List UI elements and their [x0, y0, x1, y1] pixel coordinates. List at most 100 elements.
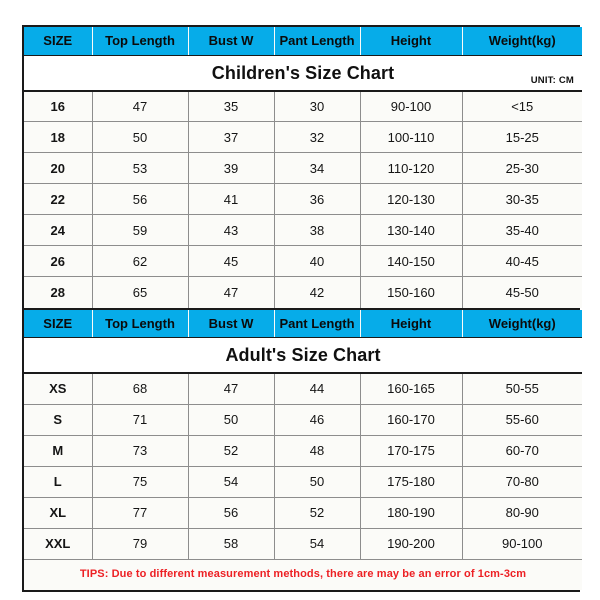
table-row: M 73 52 48 170-175 60-70	[24, 434, 582, 467]
cell-height: 130-140	[359, 214, 463, 246]
cell-pant-length: 32	[273, 121, 361, 153]
cell-size: L	[24, 465, 93, 498]
adult-table-body: XS 68 47 44 160-165 50-55 S 71 50 46 160…	[24, 373, 582, 590]
cell-height: 190-200	[359, 527, 463, 560]
cell-weight: <15	[461, 90, 582, 122]
cell-size: XL	[24, 496, 93, 529]
cell-bust-w: 41	[187, 183, 275, 215]
adult-title-row: Adult's Size Chart	[24, 337, 582, 374]
cell-pant-length: 40	[273, 245, 361, 277]
cell-size: 18	[24, 121, 93, 153]
column-header-height: Height	[359, 309, 463, 338]
cell-pant-length: 42	[273, 276, 361, 308]
cell-top-length: 59	[91, 214, 189, 246]
table-row: 22 56 41 36 120-130 30-35	[24, 183, 582, 215]
cell-bust-w: 37	[187, 121, 275, 153]
cell-pant-length: 48	[273, 434, 361, 467]
cell-weight: 90-100	[461, 527, 582, 560]
column-header-top-length: Top Length	[91, 27, 189, 56]
cell-top-length: 77	[91, 496, 189, 529]
tips-note: TIPS: Due to different measurement metho…	[79, 568, 527, 581]
children-table-body: 16 47 35 30 90-100 <15 18 50 37 32 100-1…	[24, 90, 582, 308]
cell-size: 16	[24, 90, 93, 122]
column-header-size: SIZE	[24, 309, 93, 338]
cell-top-length: 65	[91, 276, 189, 308]
adult-title-cell: Adult's Size Chart	[24, 337, 582, 374]
cell-height: 160-165	[359, 373, 463, 405]
cell-bust-w: 35	[187, 90, 275, 122]
adult-chart-title: Adult's Size Chart	[225, 345, 381, 365]
cell-weight: 50-55	[461, 373, 582, 405]
cell-pant-length: 46	[273, 403, 361, 436]
cell-height: 175-180	[359, 465, 463, 498]
cell-size: XS	[24, 373, 93, 405]
cell-weight: 40-45	[461, 245, 582, 277]
column-header-top-length: Top Length	[91, 309, 189, 338]
cell-height: 150-160	[359, 276, 463, 308]
cell-size: 20	[24, 152, 93, 184]
children-size-table: Children's Size Chart UNIT: CM SIZE Top …	[24, 27, 582, 308]
column-header-size: SIZE	[24, 27, 93, 56]
cell-top-length: 62	[91, 245, 189, 277]
cell-weight: 70-80	[461, 465, 582, 498]
cell-height: 110-120	[359, 152, 463, 184]
cell-top-length: 50	[91, 121, 189, 153]
column-header-height: Height	[359, 27, 463, 56]
cell-size: M	[24, 434, 93, 467]
size-chart-container: Children's Size Chart UNIT: CM SIZE Top …	[22, 25, 582, 592]
adult-header-row: SIZE Top Length Bust W Pant Length Heigh…	[24, 309, 582, 338]
cell-pant-length: 30	[273, 90, 361, 122]
cell-top-length: 73	[91, 434, 189, 467]
table-row: 24 59 43 38 130-140 35-40	[24, 214, 582, 246]
table-row: 16 47 35 30 90-100 <15	[24, 90, 582, 122]
cell-size: XXL	[24, 527, 93, 560]
cell-bust-w: 52	[187, 434, 275, 467]
cell-size: 26	[24, 245, 93, 277]
cell-pant-length: 44	[273, 373, 361, 405]
cell-weight: 30-35	[461, 183, 582, 215]
cell-weight: 45-50	[461, 276, 582, 308]
cell-size: 22	[24, 183, 93, 215]
children-title-cell: Children's Size Chart UNIT: CM	[24, 55, 582, 92]
cell-weight: 25-30	[461, 152, 582, 184]
cell-top-length: 79	[91, 527, 189, 560]
table-row: 18 50 37 32 100-110 15-25	[24, 121, 582, 153]
cell-height: 170-175	[359, 434, 463, 467]
cell-size: S	[24, 403, 93, 436]
cell-weight: 35-40	[461, 214, 582, 246]
cell-top-length: 56	[91, 183, 189, 215]
cell-height: 180-190	[359, 496, 463, 529]
cell-pant-length: 36	[273, 183, 361, 215]
table-row: 28 65 47 42 150-160 45-50	[24, 276, 582, 308]
table-row: XS 68 47 44 160-165 50-55	[24, 373, 582, 405]
column-header-weight: Weight(kg)	[461, 309, 582, 338]
column-header-pant-length: Pant Length	[273, 27, 361, 56]
cell-bust-w: 43	[187, 214, 275, 246]
cell-pant-length: 34	[273, 152, 361, 184]
cell-top-length: 68	[91, 373, 189, 405]
column-header-pant-length: Pant Length	[273, 309, 361, 338]
cell-bust-w: 47	[187, 276, 275, 308]
cell-height: 90-100	[359, 90, 463, 122]
cell-pant-length: 50	[273, 465, 361, 498]
cell-height: 160-170	[359, 403, 463, 436]
table-row: XL 77 56 52 180-190 80-90	[24, 496, 582, 529]
cell-pant-length: 38	[273, 214, 361, 246]
size-chart-page: Children's Size Chart UNIT: CM SIZE Top …	[0, 0, 600, 600]
cell-bust-w: 47	[187, 373, 275, 405]
cell-weight: 60-70	[461, 434, 582, 467]
table-row: XXL 79 58 54 190-200 90-100	[24, 527, 582, 560]
tips-row: TIPS: Due to different measurement metho…	[24, 558, 582, 590]
cell-pant-length: 54	[273, 527, 361, 560]
unit-label: UNIT: CM	[530, 74, 574, 86]
adult-size-table: Adult's Size Chart SIZE Top Length Bust …	[24, 309, 582, 590]
column-header-bust-w: Bust W	[187, 27, 275, 56]
tips-cell: TIPS: Due to different measurement metho…	[24, 558, 582, 590]
cell-bust-w: 54	[187, 465, 275, 498]
cell-top-length: 47	[91, 90, 189, 122]
table-row: 20 53 39 34 110-120 25-30	[24, 152, 582, 184]
cell-pant-length: 52	[273, 496, 361, 529]
column-header-weight: Weight(kg)	[461, 27, 582, 56]
cell-size: 24	[24, 214, 93, 246]
cell-weight: 55-60	[461, 403, 582, 436]
